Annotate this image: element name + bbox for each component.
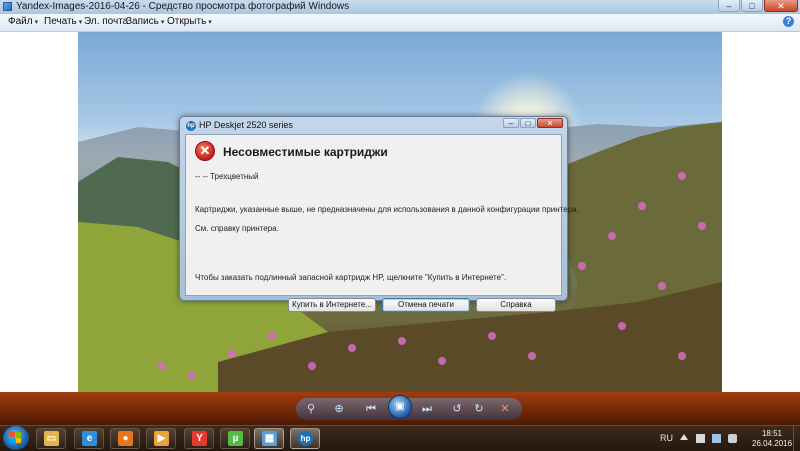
minimize-button[interactable]: – bbox=[718, 0, 740, 12]
taskbar-yandex-browser[interactable]: Y bbox=[184, 428, 214, 449]
fit-window-icon[interactable]: ⊕ bbox=[332, 402, 346, 416]
volume-icon[interactable] bbox=[728, 434, 737, 443]
flower-decor bbox=[678, 172, 686, 180]
rotate-ccw-icon[interactable]: ↺ bbox=[450, 402, 464, 416]
menu-file-label: Файл bbox=[8, 16, 33, 27]
menu-print[interactable]: Печать ▾ bbox=[44, 16, 82, 27]
flower-decor bbox=[618, 322, 626, 330]
flower-decor bbox=[308, 362, 316, 370]
show-desktop-button[interactable] bbox=[793, 426, 800, 451]
help-button[interactable]: Справка bbox=[476, 298, 556, 312]
flower-decor bbox=[578, 262, 586, 270]
previous-icon[interactable]: ⏮ bbox=[364, 402, 378, 416]
language-indicator[interactable]: RU bbox=[660, 433, 673, 443]
photo-viewer-icon bbox=[3, 2, 12, 11]
window-controls: – □ ✕ bbox=[718, 0, 798, 12]
chevron-down-icon: ▾ bbox=[34, 19, 39, 26]
flag-icon[interactable] bbox=[696, 434, 705, 443]
hp-error-dialog: hp HP Deskjet 2520 series – □ ✕ ✕ Несовме… bbox=[179, 116, 579, 312]
menu-email-label: Эл. почта bbox=[84, 16, 129, 27]
chevron-down-icon: ▾ bbox=[160, 19, 165, 26]
flower-decor bbox=[398, 337, 406, 345]
start-button[interactable] bbox=[3, 426, 29, 450]
cancel-print-button[interactable]: Отмена печати bbox=[382, 298, 470, 312]
zoom-icon[interactable]: ⚲ bbox=[304, 402, 318, 416]
clock-time: 18:51 bbox=[761, 429, 783, 438]
taskbar-photo-viewer[interactable]: ▦ bbox=[254, 428, 284, 449]
dialog-content: ✕ Несовместимые картриджи -- -- Трехцвет… bbox=[185, 134, 579, 312]
yandex-browser-icon: Y bbox=[192, 431, 207, 446]
flower-decor bbox=[348, 344, 356, 352]
flower-decor bbox=[658, 282, 666, 290]
dialog-minimize-button[interactable]: – bbox=[503, 118, 519, 128]
rotate-cw-icon[interactable]: ↻ bbox=[472, 402, 486, 416]
order-hint: Чтобы заказать подлинный запасной картри… bbox=[195, 273, 507, 282]
taskbar-firefox[interactable]: ● bbox=[110, 428, 140, 449]
dialog-title-bar[interactable]: hp HP Deskjet 2520 series bbox=[186, 120, 293, 131]
close-button[interactable]: ✕ bbox=[764, 0, 798, 12]
menu-open[interactable]: Открыть ▾ bbox=[167, 16, 212, 27]
taskbar-hp[interactable]: hp bbox=[290, 428, 320, 449]
flower-decor bbox=[678, 352, 686, 360]
flower-decor bbox=[698, 222, 706, 230]
menu-burn-label: Запись bbox=[126, 16, 159, 27]
hp-logo-icon: hp bbox=[298, 431, 313, 446]
taskbar-explorer[interactable]: ▭ bbox=[36, 428, 66, 449]
menu-email[interactable]: Эл. почта bbox=[84, 16, 128, 27]
utorrent-icon: µ bbox=[228, 431, 243, 446]
flower-decor bbox=[438, 357, 446, 365]
menu-burn[interactable]: Запись ▾ bbox=[126, 16, 164, 27]
dialog-heading: Несовместимые картриджи bbox=[223, 145, 388, 159]
window-title: Yandex-Images-2016-04-26 - Средство прос… bbox=[16, 1, 350, 12]
clock[interactable]: 18:51 26.04.2016 bbox=[752, 429, 792, 449]
dialog-close-button[interactable]: ✕ bbox=[537, 118, 563, 128]
flower-decor bbox=[158, 362, 166, 370]
flower-decor bbox=[608, 232, 616, 240]
media-player-icon: ▶ bbox=[154, 431, 169, 446]
hp-logo-icon: hp bbox=[186, 120, 196, 131]
menu-print-label: Печать bbox=[44, 16, 77, 27]
explorer-icon: ▭ bbox=[44, 431, 59, 446]
error-description: Картриджи, указанные выше, не предназнач… bbox=[195, 205, 579, 214]
clock-date: 26.04.2016 bbox=[752, 439, 793, 448]
flower-decor bbox=[528, 352, 536, 360]
taskbar-utorrent[interactable]: µ bbox=[220, 428, 250, 449]
windows-logo-icon bbox=[10, 432, 22, 444]
maximize-button[interactable]: □ bbox=[741, 0, 763, 12]
flower-decor bbox=[488, 332, 496, 340]
menu-open-label: Открыть bbox=[167, 16, 207, 27]
flower-decor bbox=[188, 372, 196, 380]
dialog-maximize-button[interactable]: □ bbox=[520, 118, 536, 128]
flower-decor bbox=[228, 350, 236, 358]
cartridge-name: -- -- Трехцветный bbox=[195, 172, 259, 181]
taskbar: ▭ e ● ▶ Y µ ▦ hp RU 18:51 26.04.2016 bbox=[0, 425, 800, 451]
dialog-window-controls: – □ ✕ bbox=[503, 118, 563, 128]
slideshow-button[interactable]: ▣ bbox=[388, 395, 412, 419]
error-icon: ✕ bbox=[195, 141, 215, 161]
help-hint: См. справку принтера. bbox=[195, 224, 279, 233]
chevron-down-icon: ▾ bbox=[78, 19, 83, 26]
photo-viewer-icon: ▦ bbox=[262, 431, 277, 446]
chevron-down-icon: ▾ bbox=[208, 19, 212, 26]
taskbar-internet-explorer[interactable]: e bbox=[74, 428, 104, 449]
help-icon[interactable]: ? bbox=[783, 16, 794, 27]
viewer-control-bar: ⚲ ⊕ ⏮ ▣ ⏭ ↺ ↻ ✕ bbox=[0, 392, 800, 425]
dialog-title: HP Deskjet 2520 series bbox=[199, 120, 293, 130]
window-title-bar[interactable]: Yandex-Images-2016-04-26 - Средство прос… bbox=[0, 0, 800, 14]
next-icon[interactable]: ⏭ bbox=[420, 402, 434, 416]
menu-file[interactable]: Файл ▾ bbox=[8, 16, 38, 27]
buy-online-button[interactable]: Купить в Интернете... bbox=[288, 298, 376, 312]
internet-explorer-icon: e bbox=[82, 431, 97, 446]
flower-decor bbox=[638, 202, 646, 210]
flower-decor bbox=[268, 332, 276, 340]
delete-icon[interactable]: ✕ bbox=[498, 402, 512, 416]
firefox-icon: ● bbox=[118, 431, 133, 446]
show-hidden-icons-icon[interactable] bbox=[680, 434, 688, 440]
network-icon[interactable] bbox=[712, 434, 721, 443]
menu-bar: Файл ▾ Печать ▾ Эл. почта Запись ▾ Открыть ▾… bbox=[0, 14, 800, 32]
taskbar-media-player[interactable]: ▶ bbox=[146, 428, 176, 449]
